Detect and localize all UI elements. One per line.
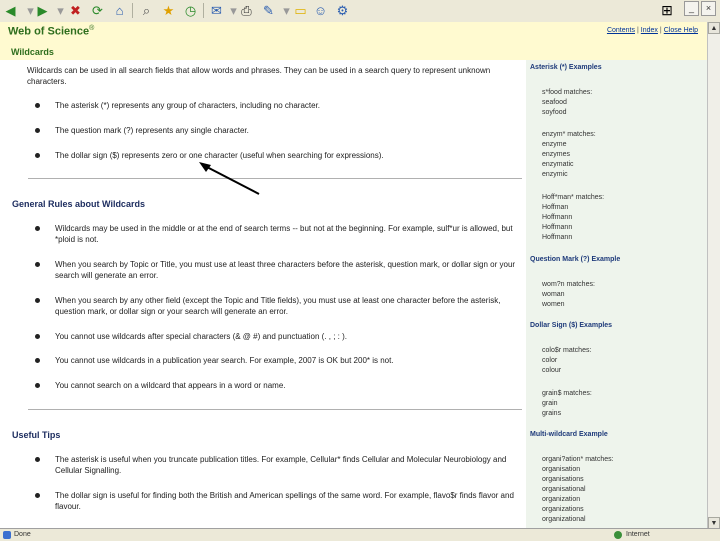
example-match: organisation: [542, 466, 581, 473]
index-link[interactable]: Index: [641, 27, 658, 34]
search-icon[interactable]: ⌕: [138, 2, 155, 19]
example-pattern: Hoff*man* matches:: [542, 194, 605, 201]
example-match: color: [542, 357, 558, 364]
contents-link[interactable]: Contents: [607, 27, 635, 34]
list-item: The dollar sign ($) represents zero or o…: [35, 150, 520, 161]
example-match: soyfood: [542, 109, 567, 116]
example-match: Hoffmann: [542, 224, 573, 231]
toolbar-separator: [203, 3, 204, 18]
example-match: colour: [542, 367, 562, 374]
example-pattern: enzym* matches:: [542, 131, 596, 138]
example-match: organisations: [542, 476, 584, 483]
list-item: When you search by Topic or Title, you m…: [35, 259, 520, 281]
example-pattern: organi?ation* matches:: [542, 456, 614, 463]
list-item: You cannot use wildcards after special c…: [35, 331, 520, 342]
back-icon[interactable]: ◀: [2, 2, 19, 19]
minimize-icon[interactable]: _: [684, 1, 699, 16]
example-match: enzyme: [542, 141, 567, 148]
folder-icon[interactable]: ▭: [292, 2, 309, 19]
example-match: enzymes: [542, 151, 571, 158]
example-match: women: [542, 301, 565, 308]
help-links: Contents | Index | Close Help: [607, 27, 698, 34]
page-icon: [3, 531, 11, 539]
example-match: enzymic: [542, 171, 568, 178]
close-help-link[interactable]: Close Help: [664, 27, 698, 34]
example-match: organizational: [542, 516, 586, 523]
zone-text: Internet: [626, 531, 650, 538]
list-item: When you search by any other field (exce…: [35, 295, 520, 317]
research-icon[interactable]: ⚙: [334, 2, 351, 19]
edit-icon[interactable]: ✎: [260, 2, 277, 19]
examples-sidebar: Asterisk (*) Examples s*food matches: se…: [526, 60, 707, 528]
messenger-icon[interactable]: ☺: [312, 2, 329, 19]
list-item: The asterisk is useful when you truncate…: [35, 454, 520, 476]
list-item: Wildcards may be used in the middle or a…: [35, 223, 520, 245]
list-item: You cannot search on a wildcard that app…: [35, 380, 520, 391]
list-item: The question mark (?) represents any sin…: [35, 125, 520, 136]
asterisk-examples-heading: Asterisk (*) Examples: [530, 64, 602, 71]
stop-icon[interactable]: ✖: [67, 2, 84, 19]
page-title: Wildcards: [11, 47, 54, 57]
question-mark-example-heading: Question Mark (?) Example: [530, 256, 621, 263]
example-match: grains: [542, 410, 562, 417]
toolbar-separator: [132, 3, 133, 18]
print-icon[interactable]: ⎙: [238, 2, 255, 19]
example-pattern: s*food matches:: [542, 89, 593, 96]
example-pattern: grain$ matches:: [542, 390, 592, 397]
favorites-icon[interactable]: ★: [160, 2, 177, 19]
example-match: enzymatic: [542, 161, 574, 168]
close-icon[interactable]: ×: [701, 1, 716, 16]
example-match: organizations: [542, 506, 584, 513]
browser-toolbar: ◀ ▾ ▶ ▾ ✖ ⟳ ⌂ ⌕ ★ ◷ ✉ ▾ ⎙ ✎ ▾ ▭ ☺ ⚙ ⊞ _ …: [0, 0, 720, 23]
section-title-useful-tips: Useful Tips: [12, 430, 61, 440]
dollar-sign-examples-heading: Dollar Sign ($) Examples: [530, 322, 613, 329]
multi-wildcard-example-heading: Multi-wildcard Example: [530, 431, 608, 438]
status-bar: Done Internet: [0, 528, 720, 541]
section-divider: [28, 178, 522, 179]
web-of-science-logo: Web of Science®: [8, 25, 94, 38]
history-icon[interactable]: ◷: [182, 2, 199, 19]
vertical-scrollbar[interactable]: ▲ ▼: [707, 22, 720, 529]
example-match: organization: [542, 496, 581, 503]
example-pattern: wom?n matches:: [542, 281, 595, 288]
example-match: Hoffmann: [542, 214, 573, 221]
section-divider: [28, 409, 522, 410]
list-item: The asterisk (*) represents any group of…: [35, 100, 520, 111]
example-match: seafood: [542, 99, 567, 106]
help-header: Web of Science® Contents | Index | Close Hel…: [0, 22, 718, 60]
main-content: Wildcards can be used in all search fiel…: [0, 60, 526, 528]
windows-logo-icon: ⊞: [661, 2, 673, 18]
status-text: Done: [14, 531, 31, 538]
example-match: organisational: [542, 486, 586, 493]
example-pattern: colo$r matches:: [542, 347, 592, 354]
list-item: You cannot use wildcards in a publicatio…: [35, 355, 520, 366]
example-match: woman: [542, 291, 565, 298]
example-match: Hoffmann: [542, 234, 573, 241]
annotation-arrow-icon: [199, 162, 260, 195]
list-item: The dollar sign is useful for finding bo…: [35, 490, 520, 512]
forward-icon[interactable]: ▶: [34, 2, 51, 19]
brand-mark: ®: [89, 25, 95, 32]
example-match: grain: [542, 400, 558, 407]
intro-paragraph: Wildcards can be used in all search fiel…: [27, 66, 491, 86]
example-match: Hoffman: [542, 204, 569, 211]
section-title-general-rules: General Rules about Wildcards: [12, 199, 145, 209]
mail-icon[interactable]: ✉: [208, 2, 225, 19]
brand-name: Web of Science: [8, 25, 90, 38]
home-icon[interactable]: ⌂: [111, 2, 128, 19]
internet-zone-icon: [614, 531, 622, 539]
scroll-up-icon[interactable]: ▲: [708, 22, 720, 34]
refresh-icon[interactable]: ⟳: [89, 2, 106, 19]
